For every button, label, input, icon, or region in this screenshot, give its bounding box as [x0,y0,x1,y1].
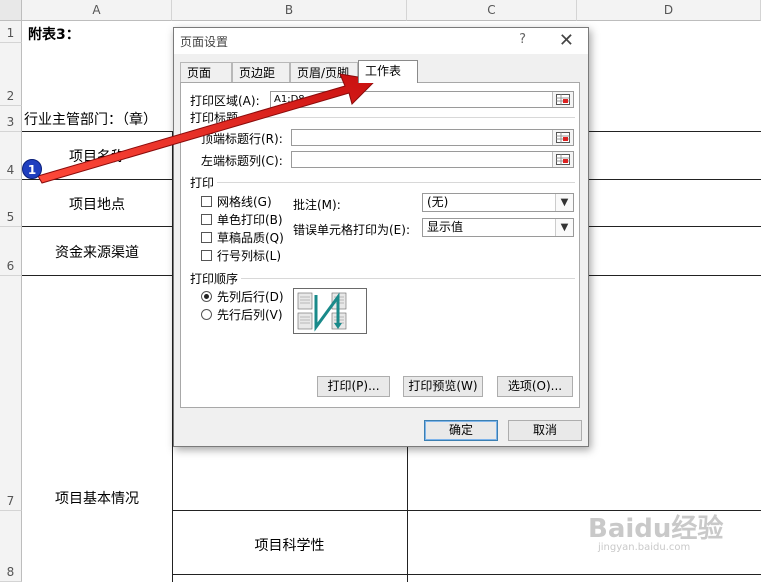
watermark-url: jingyan.baidu.com [598,542,691,553]
watermark-brand: Baidu经验 [588,514,724,544]
step-badge: 1 [22,159,42,179]
tab-sheet[interactable]: 工作表 [358,60,418,83]
baidu-watermark-logo: Baidu经验 jingyan.baidu.com [588,508,724,553]
annotation-arrow [37,73,378,184]
tab-label: 工作表 [365,64,402,78]
